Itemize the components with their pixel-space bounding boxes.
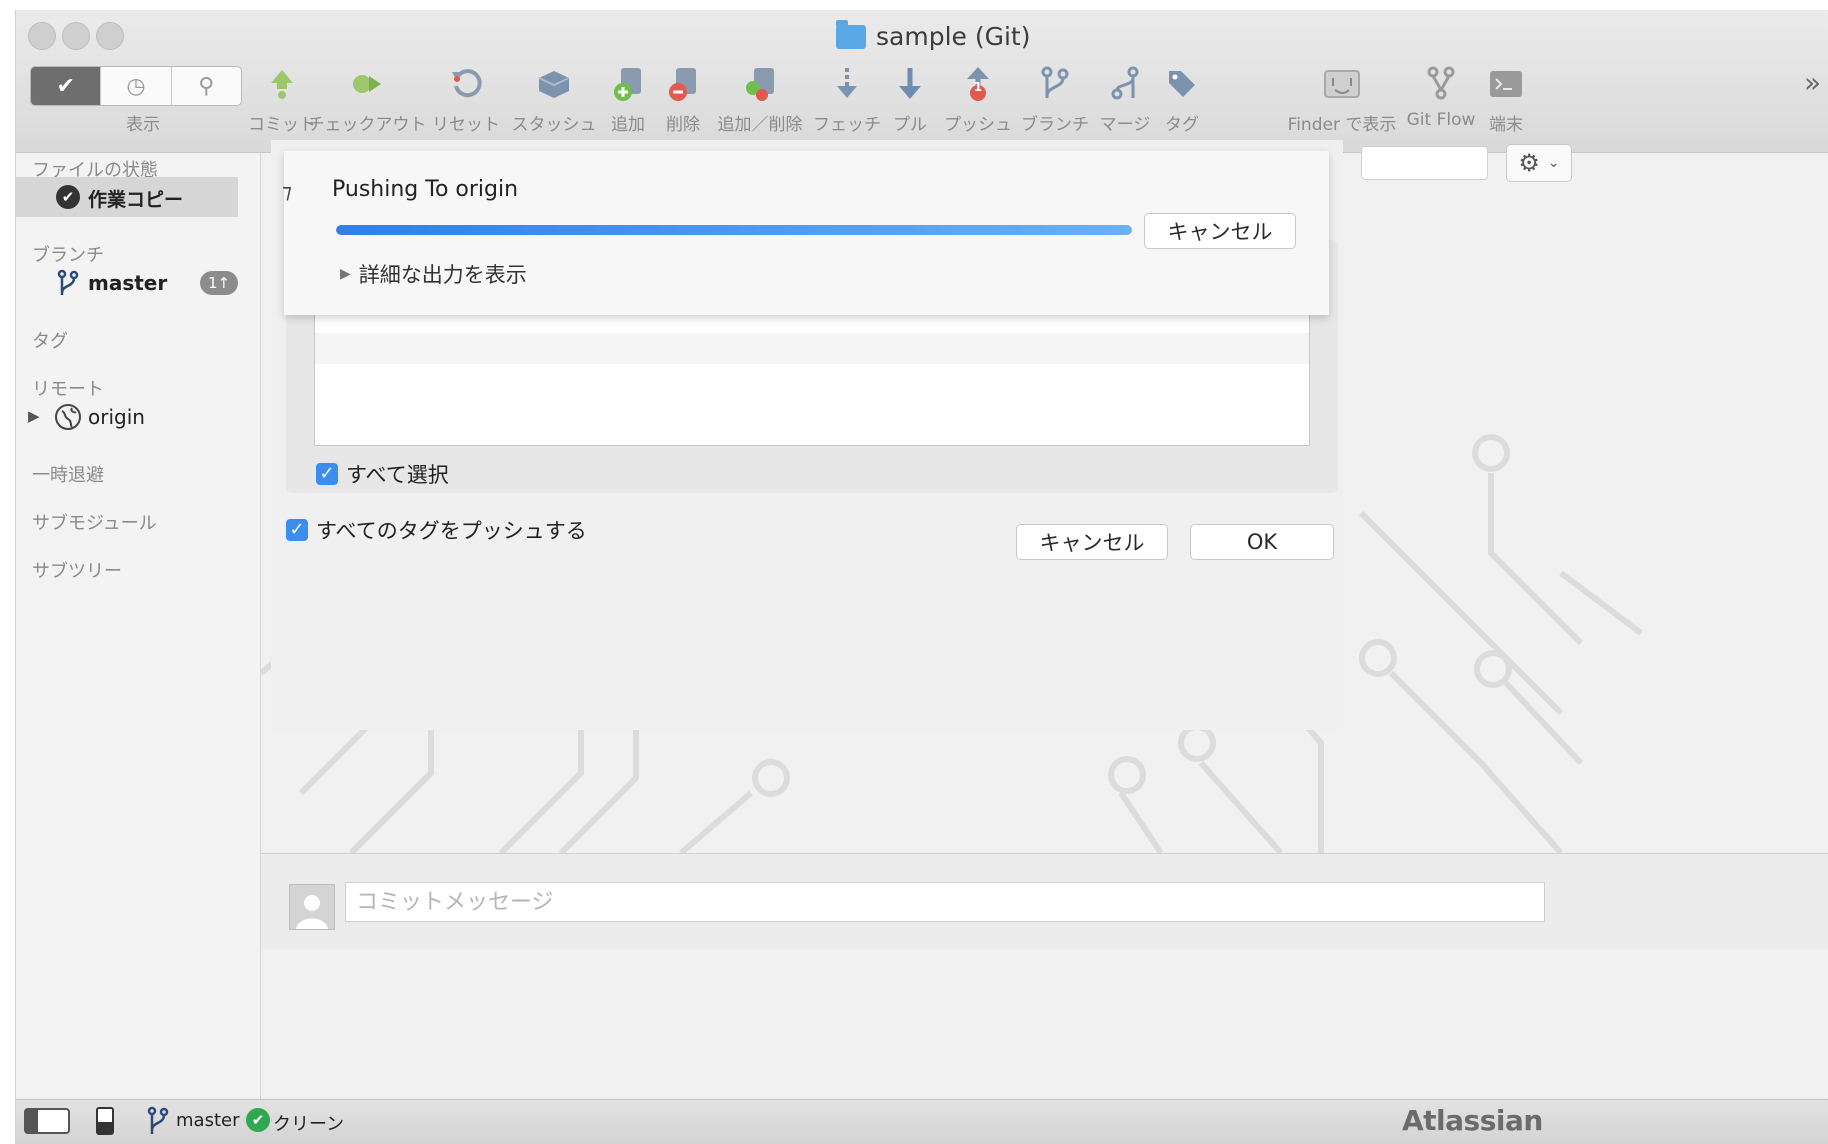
- progress-fill: [336, 225, 1132, 235]
- branch-icon: [56, 269, 80, 301]
- remove-icon: [666, 62, 700, 106]
- sidebar: ファイルの状態 ✔ 作業コピー ブランチ master 1↑ タグ リモート ▶…: [16, 153, 258, 1099]
- ahead-count-badge: 1↑: [200, 271, 238, 295]
- minimize-window-button[interactable]: [62, 22, 90, 50]
- commit-message-input[interactable]: [345, 882, 1545, 922]
- commit-area: [261, 853, 1828, 949]
- chevron-down-icon: ⌄: [1547, 155, 1560, 171]
- panel-toggle-icon[interactable]: [96, 1107, 114, 1135]
- progress-cancel-button[interactable]: キャンセル: [1144, 213, 1296, 249]
- branch-icon: [1039, 62, 1071, 106]
- reset-button[interactable]: リセット: [430, 62, 502, 152]
- gear-icon: ⚙: [1518, 149, 1540, 177]
- show-in-finder-button[interactable]: Finder で表示: [1284, 62, 1400, 152]
- terminal-icon: [1488, 62, 1524, 106]
- view-label: 表示: [126, 115, 160, 135]
- fetch-button[interactable]: フェッチ: [812, 62, 882, 152]
- status-state: クリーン: [273, 1114, 345, 1135]
- checkout-icon: [349, 62, 385, 106]
- sidebar-item-origin[interactable]: ▶ origin: [16, 399, 258, 437]
- app-window: sample (Git) ✔ ◷ ⚲ 表示 コミット チェックアウト リセット: [15, 10, 1828, 1144]
- sidebar-item-working-copy[interactable]: ✔ 作業コピー: [16, 177, 238, 217]
- stash-button[interactable]: スタッシュ: [510, 62, 598, 152]
- disclosure-triangle-icon[interactable]: ▶: [28, 407, 40, 425]
- add-button[interactable]: 追加: [604, 62, 652, 152]
- stashes-header: 一時退避: [32, 465, 104, 486]
- add-icon: [611, 62, 645, 106]
- pull-button[interactable]: プル: [888, 62, 932, 152]
- branches-header: ブランチ: [32, 245, 104, 266]
- stash-icon: [536, 62, 572, 106]
- settings-dropdown[interactable]: ⚙ ⌄: [1506, 144, 1572, 182]
- progress-title: Pushing To origin: [332, 177, 519, 202]
- fetch-icon: [832, 62, 862, 106]
- window-title: sample (Git): [836, 19, 1030, 51]
- zoom-window-button[interactable]: [96, 22, 124, 50]
- terminal-button[interactable]: 端末: [1486, 62, 1526, 152]
- sidebar-item-master[interactable]: master 1↑: [16, 265, 258, 303]
- clean-check-icon: ✔: [246, 1108, 270, 1132]
- push-progress-sheet: ⁊ Pushing To origin キャンセル ▶ 詳細な出力を表示: [282, 151, 1329, 315]
- push-count-badge: 1: [973, 80, 983, 94]
- progress-bar: [336, 225, 1132, 235]
- atlassian-logo: Atlassian: [1402, 1104, 1543, 1137]
- view-mode-segmented[interactable]: ✔ ◷ ⚲: [30, 66, 242, 106]
- pull-icon: [895, 62, 925, 106]
- folder-icon: [836, 19, 866, 49]
- status-branch: master: [176, 1110, 240, 1131]
- branch-icon: [146, 1106, 170, 1140]
- table-row: [315, 333, 1309, 364]
- show-details-disclosure[interactable]: ▶ 詳細な出力を表示: [340, 259, 527, 289]
- merge-icon: [1109, 62, 1141, 106]
- avatar: [289, 884, 335, 930]
- sidebar-toggle-icon[interactable]: [24, 1108, 70, 1134]
- add-remove-button[interactable]: 追加／削除: [714, 62, 806, 152]
- branch-button[interactable]: ブランチ: [1020, 62, 1090, 152]
- push-all-tags-checkbox[interactable]: ✓ すべてのタグをプッシュする: [286, 515, 587, 545]
- history-icon[interactable]: ◷: [101, 67, 172, 105]
- checkbox-checked-icon: ✓: [316, 463, 338, 485]
- tags-header: タグ: [32, 331, 68, 352]
- search-icon[interactable]: ⚲: [172, 67, 241, 105]
- tag-button[interactable]: タグ: [1160, 62, 1204, 152]
- toolbar-overflow-button[interactable]: »: [1804, 66, 1821, 99]
- ok-button[interactable]: OK: [1190, 524, 1334, 560]
- tag-icon: [1165, 62, 1199, 106]
- submodules-header: サブモジュール: [32, 513, 157, 534]
- toolbar: sample (Git) ✔ ◷ ⚲ 表示 コミット チェックアウト リセット: [16, 10, 1828, 153]
- search-input[interactable]: [1361, 146, 1488, 180]
- remotes-header: リモート: [32, 379, 104, 400]
- git-flow-icon: [1425, 62, 1457, 106]
- git-flow-button[interactable]: Git Flow: [1400, 62, 1482, 152]
- checkmark-circle-icon: ✔: [56, 185, 80, 209]
- reset-icon: [448, 62, 484, 106]
- spinner-icon: ⁊: [282, 179, 292, 203]
- commit-icon: [265, 62, 299, 106]
- add-remove-icon: [742, 62, 778, 106]
- merge-button[interactable]: マージ: [1096, 62, 1154, 152]
- remove-button[interactable]: 削除: [658, 62, 708, 152]
- checkbox-checked-icon: ✓: [286, 519, 308, 541]
- finder-icon: [1323, 62, 1361, 106]
- checkout-button[interactable]: チェックアウト: [308, 62, 427, 152]
- status-bar: master ✔ クリーン Atlassian: [16, 1099, 1828, 1144]
- push-button[interactable]: 1 プッシュ: [940, 62, 1016, 152]
- dialog-cancel-button[interactable]: キャンセル: [1016, 524, 1168, 560]
- globe-icon: [54, 403, 82, 435]
- checkmark-icon[interactable]: ✔: [31, 67, 102, 105]
- select-all-checkbox[interactable]: ✓ すべて選択: [316, 459, 449, 489]
- subtrees-header: サブツリー: [32, 561, 122, 582]
- close-window-button[interactable]: [28, 22, 56, 50]
- disclosure-triangle-icon: ▶: [340, 266, 351, 282]
- push-icon: 1: [963, 62, 993, 106]
